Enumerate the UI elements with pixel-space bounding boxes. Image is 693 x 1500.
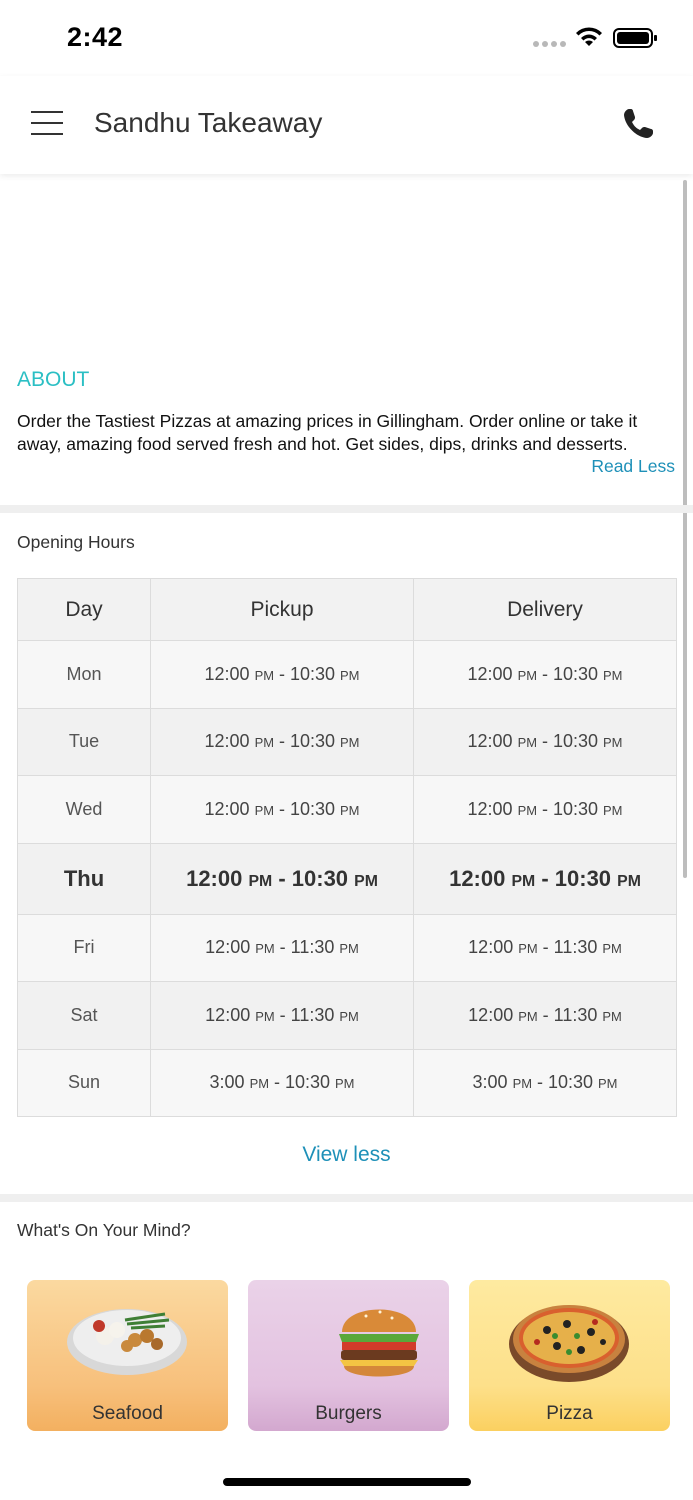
delivery-hours-cell: 12:00 PM - 10:30 PM <box>413 775 677 844</box>
day-cell: Sun <box>17 1048 151 1117</box>
scrollbar[interactable] <box>683 180 687 878</box>
cellular-signal-icon <box>533 41 566 47</box>
view-less-link[interactable]: View less <box>0 1143 693 1167</box>
delivery-hours-cell: 12:00 PM - 11:30 PM <box>413 913 677 982</box>
pickup-hours-cell: 3:00 PM - 10:30 PM <box>150 1048 414 1117</box>
day-cell: Tue <box>17 707 151 776</box>
table-row: Sat 12:00 PM - 11:30 PM 12:00 PM - 11:30… <box>17 981 677 1050</box>
pickup-hours-cell: 12:00 PM - 11:30 PM <box>150 981 414 1050</box>
table-row: Mon 12:00 PM - 10:30 PM 12:00 PM - 10:30… <box>17 640 677 709</box>
page-title: Sandhu Takeaway <box>94 107 323 138</box>
table-row: Wed 12:00 PM - 10:30 PM 12:00 PM - 10:30… <box>17 775 677 844</box>
delivery-hours-cell: 12:00 PM - 10:30 PM <box>413 640 677 709</box>
pizza-icon <box>509 1305 629 1382</box>
category-label: Seafood <box>92 1403 163 1424</box>
day-cell: Thu <box>17 842 151 915</box>
status-bar: 2:42 <box>0 0 693 76</box>
pickup-hours-cell: 12:00 PM - 10:30 PM <box>150 707 414 776</box>
category-card-seafood[interactable]: Seafood <box>27 1280 228 1431</box>
category-label: Pizza <box>546 1403 593 1424</box>
wifi-icon <box>576 27 602 46</box>
pickup-hours-cell: 12:00 PM - 10:30 PM <box>150 842 414 915</box>
status-time: 2:42 <box>67 22 124 52</box>
day-cell: Sat <box>17 981 151 1050</box>
phone-icon[interactable] <box>620 106 656 142</box>
table-row-today: Thu 12:00 PM - 10:30 PM 12:00 PM - 10:30… <box>17 842 677 915</box>
column-header-day: Day <box>17 578 151 641</box>
day-cell: Fri <box>17 913 151 982</box>
column-header-pickup: Pickup <box>150 578 414 641</box>
pickup-hours-cell: 12:00 PM - 10:30 PM <box>150 640 414 709</box>
about-text: Order the Tastiest Pizzas at amazing pri… <box>17 411 638 454</box>
home-indicator[interactable] <box>223 1478 471 1486</box>
menu-icon[interactable] <box>31 111 63 137</box>
table-header-row: Day Pickup Delivery <box>17 578 677 641</box>
day-cell: Wed <box>17 775 151 844</box>
pickup-hours-cell: 12:00 PM - 10:30 PM <box>150 775 414 844</box>
delivery-hours-cell: 12:00 PM - 10:30 PM <box>413 707 677 776</box>
opening-hours-heading: Opening Hours <box>17 532 135 552</box>
app-header: Sandhu Takeaway <box>0 76 693 174</box>
seafood-dish-icon <box>67 1309 187 1375</box>
section-divider <box>0 505 693 513</box>
whats-on-your-mind-heading: What's On Your Mind? <box>17 1220 191 1240</box>
delivery-hours-cell: 12:00 PM - 11:30 PM <box>413 981 677 1050</box>
delivery-hours-cell: 12:00 PM - 10:30 PM <box>413 842 677 915</box>
table-row: Tue 12:00 PM - 10:30 PM 12:00 PM - 10:30… <box>17 707 677 776</box>
delivery-hours-cell: 3:00 PM - 10:30 PM <box>413 1048 677 1117</box>
category-label: Burgers <box>315 1403 382 1424</box>
read-less-link[interactable]: Read Less <box>591 456 675 477</box>
table-row: Sun 3:00 PM - 10:30 PM 3:00 PM - 10:30 P… <box>17 1048 677 1117</box>
section-divider <box>0 1194 693 1202</box>
day-cell: Mon <box>17 640 151 709</box>
category-card-pizza[interactable]: Pizza <box>469 1280 670 1431</box>
burger-icon <box>339 1309 419 1377</box>
battery-icon <box>613 28 657 48</box>
category-card-burgers[interactable]: Burgers <box>248 1280 449 1431</box>
column-header-delivery: Delivery <box>413 578 677 641</box>
about-heading: ABOUT <box>17 368 90 391</box>
table-row: Fri 12:00 PM - 11:30 PM 12:00 PM - 11:30… <box>17 913 677 982</box>
pickup-hours-cell: 12:00 PM - 11:30 PM <box>150 913 414 982</box>
opening-hours-table: Day Pickup Delivery Mon 12:00 PM - 10:30… <box>17 578 677 1117</box>
